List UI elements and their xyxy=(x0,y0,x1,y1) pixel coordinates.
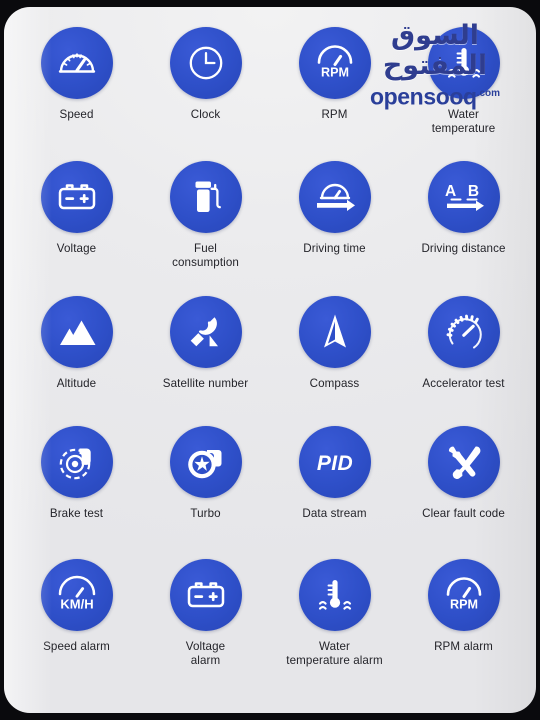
pid-icon: PID xyxy=(298,426,371,498)
mountain-icon xyxy=(40,296,113,368)
water-temperature-icon xyxy=(298,559,371,631)
rpm-icon-text: RPM xyxy=(450,598,478,612)
accelerator-gauge-icon xyxy=(427,296,500,368)
kmh-icon-text: KM/H xyxy=(60,597,93,612)
grid-item-data-stream[interactable]: PID Data stream xyxy=(270,426,399,559)
driving-time-icon xyxy=(298,161,371,233)
rpm-gauge-icon: RPM xyxy=(427,559,500,631)
grid-item-water-temperature-alarm[interactable]: Water temperature alarm xyxy=(270,559,399,709)
grid-item-label: RPM alarm xyxy=(434,640,493,653)
grid-item-speed-alarm[interactable]: KM/H Speed alarm xyxy=(12,559,141,709)
grid-item-altitude[interactable]: Altitude xyxy=(12,296,141,426)
grid-item-label: Turbo xyxy=(190,507,221,520)
grid-item-compass[interactable]: Compass xyxy=(270,296,399,426)
grid-item-label: Accelerator test xyxy=(422,377,505,390)
grid-item-label: Driving distance xyxy=(421,242,506,255)
pid-icon-text: PID xyxy=(316,452,352,475)
grid-item-clock[interactable]: Clock xyxy=(141,27,270,161)
grid-item-clear-fault-code[interactable]: Clear fault code xyxy=(399,426,528,559)
clock-icon xyxy=(169,27,242,99)
grid-item-speed[interactable]: Speed xyxy=(12,27,141,161)
grid-item-brake-test[interactable]: Brake test xyxy=(12,426,141,559)
grid-item-label: Altitude xyxy=(56,377,97,390)
grid-item-label: Compass xyxy=(309,377,360,390)
grid-item-water-temperature[interactable]: Water temperature xyxy=(399,27,528,161)
grid-item-label: Data stream xyxy=(302,507,367,520)
grid-item-rpm-alarm[interactable]: RPM RPM alarm xyxy=(399,559,528,709)
turbocharger-icon xyxy=(169,426,242,498)
ab-icon-text: A B xyxy=(444,183,482,200)
driving-distance-icon: A B xyxy=(427,161,500,233)
grid-item-driving-distance[interactable]: A B Driving distance xyxy=(399,161,528,296)
fuel-pump-icon xyxy=(169,161,242,233)
rpm-icon-text: RPM xyxy=(321,66,349,80)
grid-item-voltage[interactable]: Voltage xyxy=(12,161,141,296)
grid-item-label: Fuel consumption xyxy=(172,242,239,269)
grid-item-label: Driving time xyxy=(303,242,366,255)
battery-icon xyxy=(40,161,113,233)
grid-item-label: Voltage alarm xyxy=(185,640,226,667)
grid-item-label: Water temperature xyxy=(431,108,496,135)
rpm-gauge-icon: RPM xyxy=(298,27,371,99)
brake-disc-icon xyxy=(40,426,113,498)
compass-needle-icon xyxy=(298,296,371,368)
grid-item-label: Speed xyxy=(59,108,94,121)
icon-panel: Speed Clock RPM RPM Water temperature Vo… xyxy=(4,7,536,713)
speed-alarm-icon: KM/H xyxy=(40,559,113,631)
grid-item-label: Satellite number xyxy=(162,377,249,390)
grid-item-satellite-number[interactable]: Satellite number xyxy=(141,296,270,426)
grid-item-voltage-alarm[interactable]: Voltage alarm xyxy=(141,559,270,709)
grid-item-label: Clear fault code xyxy=(422,507,505,520)
wrench-spanner-icon xyxy=(427,426,500,498)
grid-item-label: Voltage xyxy=(56,242,97,255)
grid-item-label: Brake test xyxy=(49,507,104,520)
device-frame: Speed Clock RPM RPM Water temperature Vo… xyxy=(0,0,540,720)
grid-item-label: Clock xyxy=(190,108,221,121)
battery-icon xyxy=(169,559,242,631)
feature-icon-grid: Speed Clock RPM RPM Water temperature Vo… xyxy=(4,7,536,713)
satellite-dish-icon xyxy=(169,296,242,368)
grid-item-label: RPM xyxy=(321,108,348,121)
grid-item-driving-time[interactable]: Driving time xyxy=(270,161,399,296)
grid-item-label: Water temperature alarm xyxy=(286,640,383,667)
grid-item-label: Speed alarm xyxy=(43,640,110,653)
grid-item-accelerator-test[interactable]: Accelerator test xyxy=(399,296,528,426)
grid-item-fuel-consumption[interactable]: Fuel consumption xyxy=(141,161,270,296)
speedometer-icon xyxy=(40,27,113,99)
water-temperature-icon xyxy=(427,27,500,99)
grid-item-turbo[interactable]: Turbo xyxy=(141,426,270,559)
grid-item-rpm[interactable]: RPM RPM xyxy=(270,27,399,161)
